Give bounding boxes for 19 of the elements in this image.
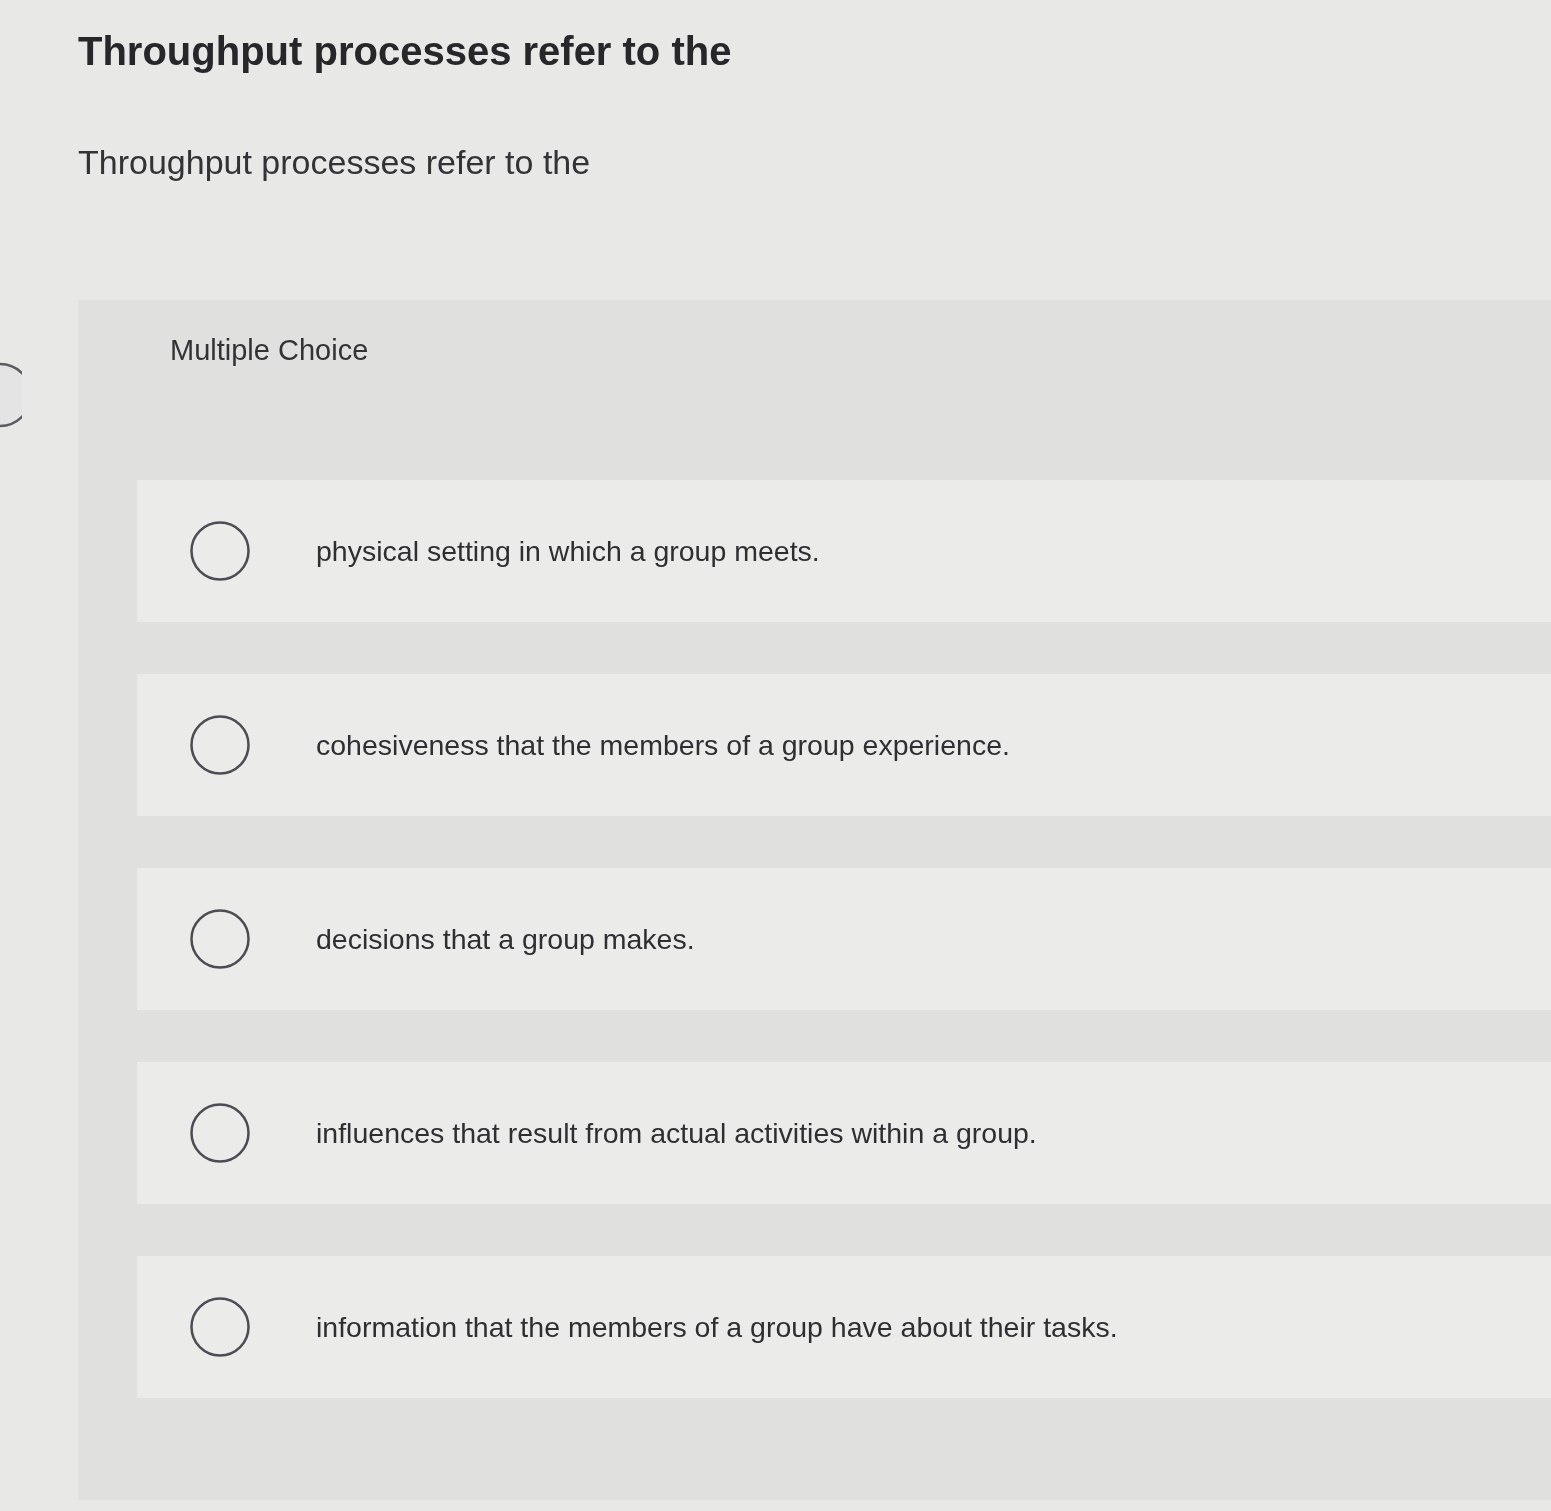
radio-button-icon[interactable] — [190, 909, 250, 969]
radio-button-icon[interactable] — [190, 715, 250, 775]
option-text: physical setting in which a group meets. — [316, 534, 820, 569]
option-text: cohesiveness that the members of a group experience. — [316, 728, 1010, 763]
side-tab-icon[interactable] — [0, 362, 22, 428]
answer-option[interactable]: cohesiveness that the members of a group experience. — [137, 674, 1551, 816]
radio-button-icon[interactable] — [190, 521, 250, 581]
radio-button-icon[interactable] — [190, 1297, 250, 1357]
question-title: Throughput processes refer to the — [78, 28, 732, 75]
question-type-label: Multiple Choice — [170, 334, 369, 366]
option-text: influences that result from actual activities within a group. — [316, 1116, 1037, 1151]
question-text: Throughput processes refer to the — [78, 142, 592, 183]
answer-option[interactable]: decisions that a group makes. — [137, 868, 1551, 1010]
radio-button-icon[interactable] — [190, 1103, 250, 1163]
answer-option[interactable]: influences that result from actual activities within a group. — [137, 1062, 1551, 1204]
option-text: information that the members of a group have about their tasks. — [316, 1310, 1118, 1345]
answer-option[interactable]: physical setting in which a group meets. — [137, 480, 1551, 622]
option-text: decisions that a group makes. — [316, 922, 695, 957]
answer-option[interactable]: information that the members of a group have about their tasks. — [137, 1256, 1551, 1398]
